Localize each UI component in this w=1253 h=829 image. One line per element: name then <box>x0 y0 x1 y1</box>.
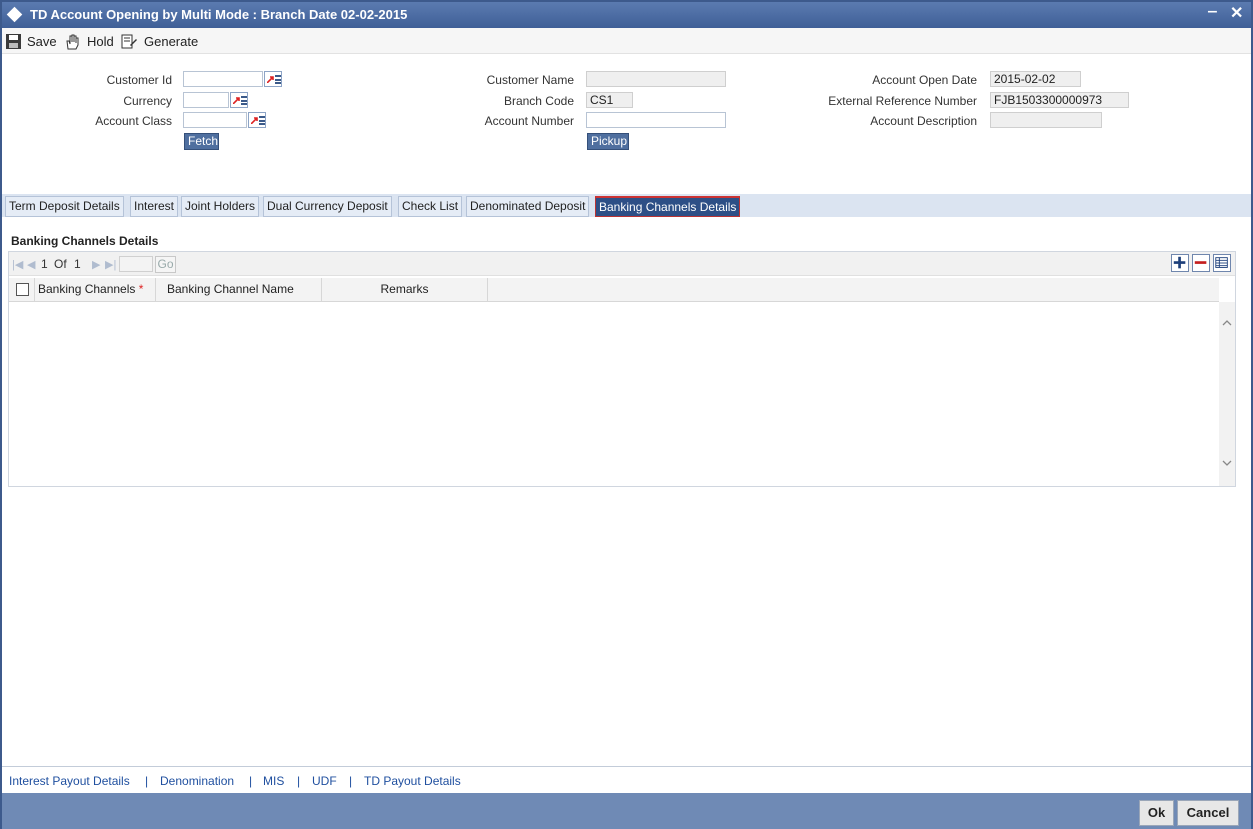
previous-page-icon[interactable]: ◀ <box>27 258 35 271</box>
branch-code-label: Branch Code <box>503 94 574 108</box>
grid-vertical-scrollbar[interactable] <box>1219 302 1235 486</box>
plus-icon <box>1173 256 1186 269</box>
currency-label: Currency <box>123 94 172 108</box>
scroll-down-icon[interactable] <box>1222 458 1232 468</box>
current-page: 1 <box>41 257 48 271</box>
td-account-opening-window: TD Account Opening by Multi Mode : Branc… <box>0 0 1253 829</box>
tab-bar: Term Deposit Details Interest Joint Hold… <box>2 194 1251 217</box>
currency-field[interactable] <box>183 92 229 108</box>
footer-bar: Ok Cancel <box>2 793 1251 829</box>
denomination-link[interactable]: Denomination <box>160 774 234 788</box>
tab-term-deposit-details[interactable]: Term Deposit Details <box>5 196 124 217</box>
account-number-label: Account Number <box>484 114 574 128</box>
minus-icon <box>1194 261 1207 264</box>
tab-dual-currency-deposit[interactable]: Dual Currency Deposit <box>263 196 392 217</box>
mis-link[interactable]: MIS <box>263 774 284 788</box>
ok-button[interactable]: Ok <box>1139 800 1174 826</box>
last-page-icon[interactable]: ▶| <box>105 258 116 271</box>
select-all-checkbox[interactable] <box>16 283 29 296</box>
col-banking-channel-name[interactable]: Banking Channel Name <box>156 278 322 302</box>
customer-id-label: Customer Id <box>106 73 172 87</box>
currency-lov-button[interactable] <box>230 92 248 108</box>
lov-arrow-icon <box>233 97 240 104</box>
save-icon <box>6 34 21 49</box>
account-number-field[interactable] <box>586 112 726 128</box>
external-reference-number-label: External Reference Number <box>828 94 977 108</box>
scroll-up-icon[interactable] <box>1222 318 1232 328</box>
link-separator: | <box>349 774 353 788</box>
grid-pager: |◀ ◀ 1 Of 1 ▶ ▶| Go <box>9 252 1235 276</box>
col-banking-channels-label: Banking Channels <box>38 282 136 296</box>
single-view-button[interactable] <box>1213 254 1231 272</box>
pickup-button[interactable]: Pickup <box>587 133 629 150</box>
save-label: Save <box>27 34 57 49</box>
account-class-lov-button[interactable] <box>248 112 266 128</box>
next-page-icon[interactable]: ▶ <box>92 258 100 271</box>
generate-button[interactable]: Generate <box>121 33 201 51</box>
save-button[interactable]: Save <box>5 33 57 51</box>
lov-arrow-icon <box>251 117 258 124</box>
tab-interest[interactable]: Interest <box>130 196 179 217</box>
window-title: TD Account Opening by Multi Mode : Branc… <box>30 7 408 22</box>
customer-id-field[interactable] <box>183 71 263 87</box>
list-icon <box>241 96 247 105</box>
account-class-field[interactable] <box>183 112 247 128</box>
account-class-label: Account Class <box>95 114 172 128</box>
go-button[interactable]: Go <box>155 256 176 273</box>
page-number-input[interactable] <box>119 256 153 272</box>
grid-header: Banking Channels * Banking Channel Name … <box>9 278 1219 302</box>
account-open-date-field: 2015-02-02 <box>990 71 1081 87</box>
list-view-icon <box>1215 257 1228 268</box>
required-mark: * <box>138 282 144 296</box>
hold-label: Hold <box>87 34 114 49</box>
col-banking-channels[interactable]: Banking Channels * <box>35 278 156 302</box>
lov-arrow-icon <box>267 76 274 83</box>
bottom-links-bar: Interest Payout Details | Denomination |… <box>2 766 1251 793</box>
customer-name-field <box>586 71 726 87</box>
section-title: Banking Channels Details <box>11 234 159 248</box>
generate-icon <box>121 34 137 49</box>
banking-channels-grid: |◀ ◀ 1 Of 1 ▶ ▶| Go Banking Channels * B… <box>8 251 1236 487</box>
interest-payout-details-link[interactable]: Interest Payout Details <box>9 774 130 788</box>
delete-row-button[interactable] <box>1192 254 1210 272</box>
link-separator: | <box>145 774 149 788</box>
link-separator: | <box>297 774 301 788</box>
generate-label: Generate <box>144 34 199 49</box>
customer-name-label: Customer Name <box>486 73 574 87</box>
account-description-label: Account Description <box>870 114 977 128</box>
branch-code-field: CS1 <box>586 92 633 108</box>
col-remarks[interactable]: Remarks <box>322 278 488 302</box>
link-separator: | <box>249 774 253 788</box>
account-open-date-label: Account Open Date <box>872 73 977 87</box>
add-row-button[interactable] <box>1171 254 1189 272</box>
account-description-field <box>990 112 1102 128</box>
close-button[interactable]: ✕ <box>1230 3 1243 23</box>
fetch-button[interactable]: Fetch <box>184 133 219 150</box>
title-bar: TD Account Opening by Multi Mode : Branc… <box>2 2 1251 28</box>
list-icon <box>259 116 265 125</box>
customer-id-lov-button[interactable] <box>264 71 282 87</box>
window-diamond-icon <box>6 6 23 23</box>
external-reference-number-field: FJB1503300000973 <box>990 92 1129 108</box>
tab-denominated-deposit[interactable]: Denominated Deposit <box>466 196 590 217</box>
hand-icon <box>66 34 79 50</box>
minimize-button[interactable]: ‒ <box>1208 3 1217 21</box>
tab-banking-channels-details[interactable]: Banking Channels Details <box>595 196 741 217</box>
tab-joint-holders[interactable]: Joint Holders <box>181 196 260 217</box>
first-page-icon[interactable]: |◀ <box>12 258 23 271</box>
toolbar: Save Hold Generate <box>2 28 1251 54</box>
select-all-cell <box>9 278 35 302</box>
udf-link[interactable]: UDF <box>312 774 337 788</box>
list-icon <box>275 75 281 84</box>
hold-button[interactable]: Hold <box>64 33 114 51</box>
of-label: Of <box>54 257 67 271</box>
cancel-button[interactable]: Cancel <box>1177 800 1239 826</box>
tab-check-list[interactable]: Check List <box>398 196 463 217</box>
total-pages: 1 <box>74 257 81 271</box>
td-payout-details-link[interactable]: TD Payout Details <box>364 774 461 788</box>
